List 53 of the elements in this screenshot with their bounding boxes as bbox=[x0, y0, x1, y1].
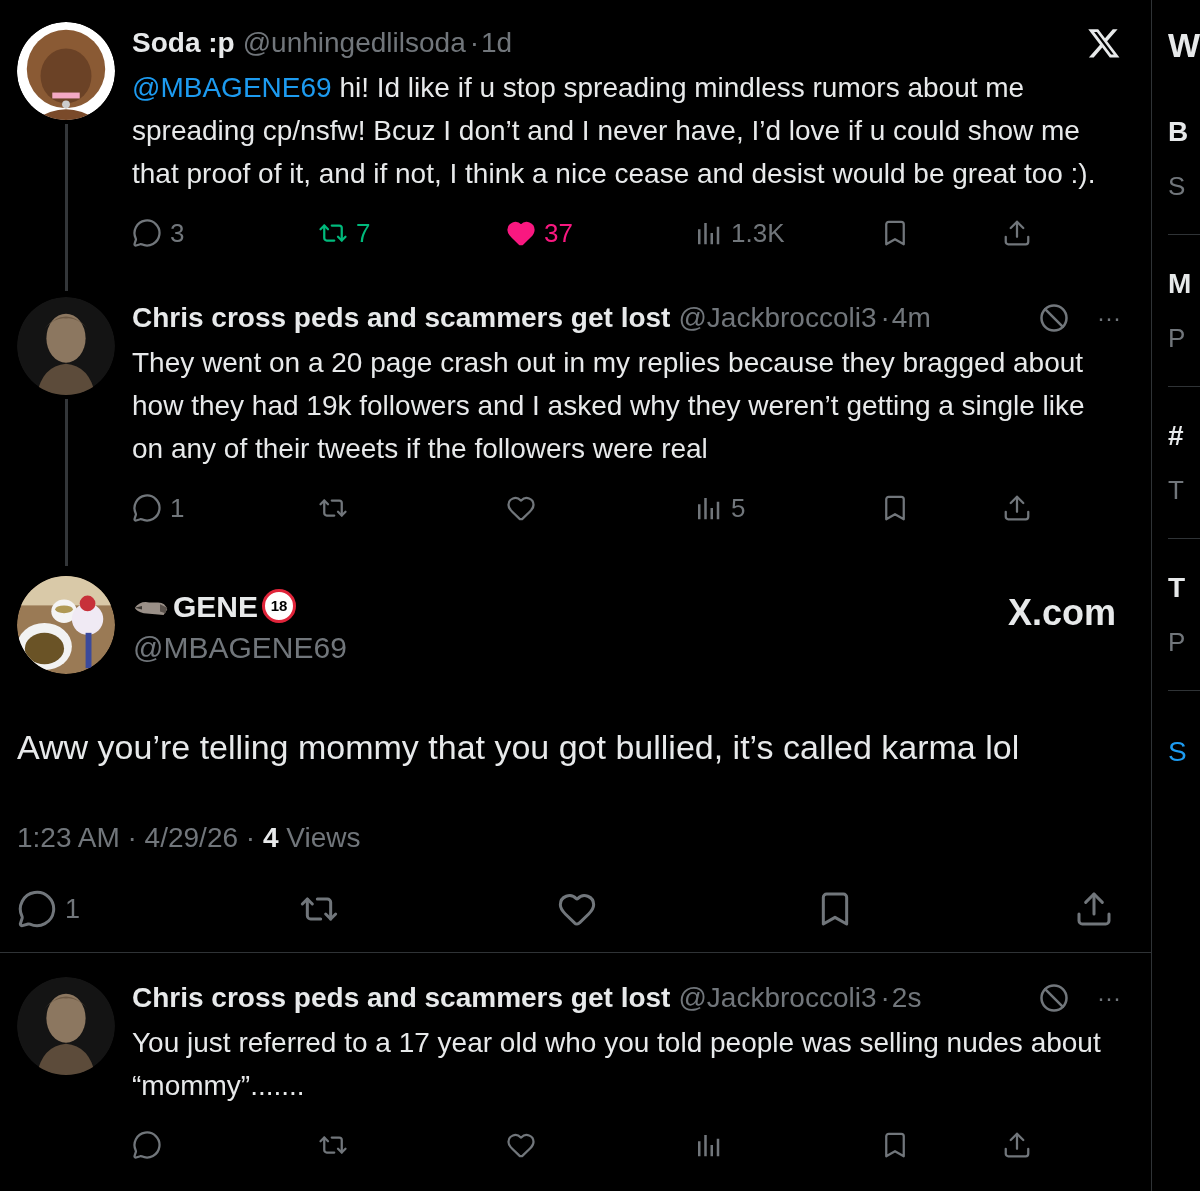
trend-title[interactable]: # bbox=[1168, 415, 1200, 457]
reply-icon bbox=[132, 1129, 162, 1160]
post-text: @MBAGENE69 hi! Id like if u stop spreading mindless rumors about me spreading cp/nsfw! Bcuz I don’t and I never have, I’d love if u could show me that proof of it, and if not, I think a nice cease and desist would be great too :). bbox=[132, 71, 1097, 191]
reply-icon bbox=[17, 889, 57, 930]
reply-button[interactable]: 1 bbox=[132, 488, 185, 528]
post-text: You just referred to a 17 year old who you told people was selling nudes about “mommy”....... bbox=[132, 1025, 1102, 1103]
share-button[interactable] bbox=[1002, 218, 1032, 248]
share-icon bbox=[1002, 493, 1032, 523]
author-handle[interactable]: @unhingedlilsoda bbox=[242, 22, 466, 64]
trend-title[interactable]: M bbox=[1168, 263, 1200, 305]
post-meta: 1:23 AM · 4/29/26 · 4 Views bbox=[17, 821, 362, 855]
post-time: 2s bbox=[891, 980, 922, 1015]
author-name[interactable]: Chris cross peds and scammers get lost bbox=[132, 976, 671, 1019]
author-handle[interactable]: @MBAGENE69 bbox=[133, 628, 347, 667]
more-button[interactable]: ··· bbox=[1097, 985, 1121, 1010]
post-time: 1d bbox=[481, 26, 513, 60]
share-button[interactable] bbox=[1002, 493, 1032, 523]
author-name[interactable]: GENE bbox=[173, 583, 259, 629]
separator-dot: · bbox=[469, 26, 480, 60]
post-text: They went on a 20 page crash out in my replies because they bragged about how they had 19k followers and I asked why they weren’t getting a single like on any of their tweets if the followers were real bbox=[132, 346, 1086, 466]
show-more-link[interactable]: S bbox=[1168, 731, 1200, 773]
author-name[interactable]: Soda :p bbox=[132, 22, 235, 64]
trend-subtitle: S bbox=[1168, 170, 1187, 203]
sidebar-title: W bbox=[1168, 25, 1200, 66]
reply-icon bbox=[132, 493, 162, 523]
reply-button[interactable] bbox=[132, 1129, 162, 1160]
slashed-circle-icon bbox=[1039, 303, 1069, 333]
separator-dot: · bbox=[880, 980, 890, 1015]
adults-only-badge: 18 bbox=[262, 589, 297, 623]
repost-button[interactable]: 7 bbox=[318, 213, 371, 253]
like-button[interactable]: 37 bbox=[506, 213, 573, 253]
slashed-circle-icon bbox=[1039, 982, 1069, 1013]
trend-subtitle: T bbox=[1168, 474, 1185, 507]
reply-icon bbox=[132, 218, 162, 248]
share-icon bbox=[1002, 218, 1032, 248]
views-button[interactable]: 5 bbox=[693, 488, 746, 528]
separator-dot: · bbox=[880, 301, 890, 335]
post-text: Aww you’re telling mommy that you got bullied, it’s called karma lol bbox=[17, 727, 1021, 768]
author-name[interactable]: Chris cross peds and scammers get lost bbox=[132, 297, 671, 339]
x-logo-icon bbox=[1087, 26, 1121, 60]
more-button[interactable]: ··· bbox=[1097, 306, 1121, 330]
source-link[interactable]: X.com bbox=[1007, 586, 1116, 640]
author-handle[interactable]: @Jackbroccoli3 bbox=[678, 297, 877, 339]
reply-button[interactable]: 1 bbox=[17, 889, 81, 930]
trend-title[interactable]: B bbox=[1168, 111, 1200, 153]
author-handle[interactable]: @Jackbroccoli3 bbox=[678, 976, 877, 1019]
trend-subtitle: P bbox=[1168, 322, 1187, 355]
trend-subtitle: P bbox=[1168, 626, 1187, 659]
post-time: 4m bbox=[891, 301, 931, 335]
mention-link[interactable]: @MBAGENE69 bbox=[132, 72, 332, 103]
reply-button[interactable]: 3 bbox=[132, 213, 185, 253]
trend-title[interactable]: T bbox=[1168, 567, 1200, 609]
views-button[interactable]: 1.3K bbox=[693, 213, 785, 253]
